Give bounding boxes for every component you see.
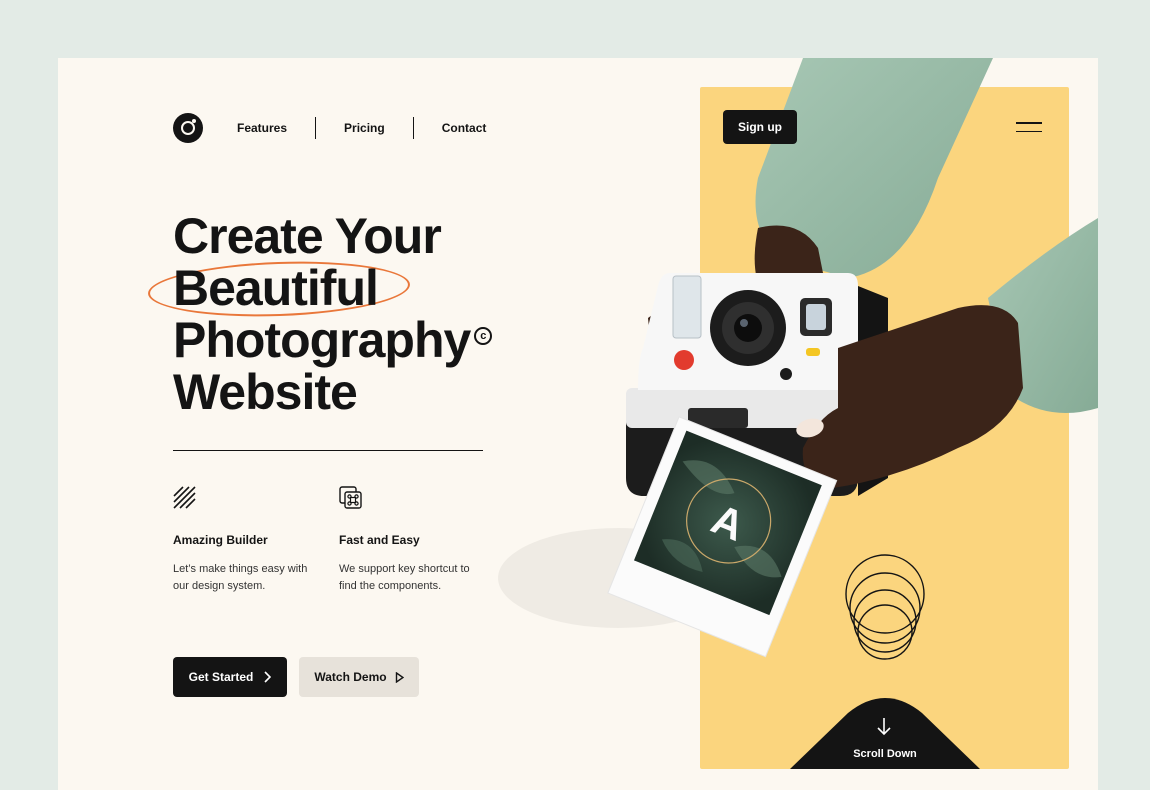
feature-fast-and-easy: Fast and Easy We support key shortcut to… xyxy=(339,486,489,595)
watch-demo-button[interactable]: Watch Demo xyxy=(299,657,419,697)
scroll-down-label: Scroll Down xyxy=(853,748,917,760)
feature-title: Amazing Builder xyxy=(173,533,268,547)
feature-text-line: Let’s make things easy with xyxy=(173,563,308,575)
get-started-label: Get Started xyxy=(188,670,254,684)
nav-link-contact[interactable]: Contact xyxy=(442,121,487,135)
diagonal-lines-icon xyxy=(173,486,196,509)
nav-link-features[interactable]: Features xyxy=(237,121,287,135)
landing-page: A Features Pricing Contact Sign up Creat xyxy=(58,58,1098,790)
feature-amazing-builder: Amazing Builder Let’s make things easy w… xyxy=(173,486,323,595)
copyright-icon: c xyxy=(474,327,493,345)
headline-line-2: Beautiful xyxy=(173,260,379,316)
headline-line-3-wrap: Photography c xyxy=(173,314,573,366)
play-icon xyxy=(395,671,404,683)
feature-text-line: find the components. xyxy=(339,580,442,592)
nav-divider xyxy=(315,117,317,139)
hero-divider xyxy=(173,450,483,451)
get-started-button[interactable]: Get Started xyxy=(173,657,287,697)
hamburger-menu-icon[interactable] xyxy=(1016,122,1042,134)
flash-dot xyxy=(192,119,196,123)
feature-text-line: We support key shortcut to xyxy=(339,563,470,575)
nav-link-pricing[interactable]: Pricing xyxy=(344,121,385,135)
headline-line-1: Create Your xyxy=(173,208,442,264)
brand-logo[interactable] xyxy=(173,113,203,143)
feature-description: Let’s make things easy with our design s… xyxy=(173,561,323,595)
hero-headline: Create Your Beautiful Photography c Websi… xyxy=(173,210,573,418)
rings-graphic xyxy=(845,554,925,660)
command-key-icon xyxy=(339,486,362,509)
feature-description: We support key shortcut to find the comp… xyxy=(339,561,489,595)
feature-title: Fast and Easy xyxy=(339,533,420,547)
watch-demo-label: Watch Demo xyxy=(314,670,387,684)
chevron-right-icon xyxy=(264,671,272,683)
nav-divider xyxy=(412,117,414,139)
feature-text-line: our design system. xyxy=(173,580,266,592)
headline-line-4: Website xyxy=(173,364,358,420)
lens-icon xyxy=(181,121,195,135)
headline-line-3: Photography xyxy=(173,312,471,368)
main-nav: Features Pricing Contact xyxy=(237,116,486,140)
signup-button[interactable]: Sign up xyxy=(723,110,797,144)
